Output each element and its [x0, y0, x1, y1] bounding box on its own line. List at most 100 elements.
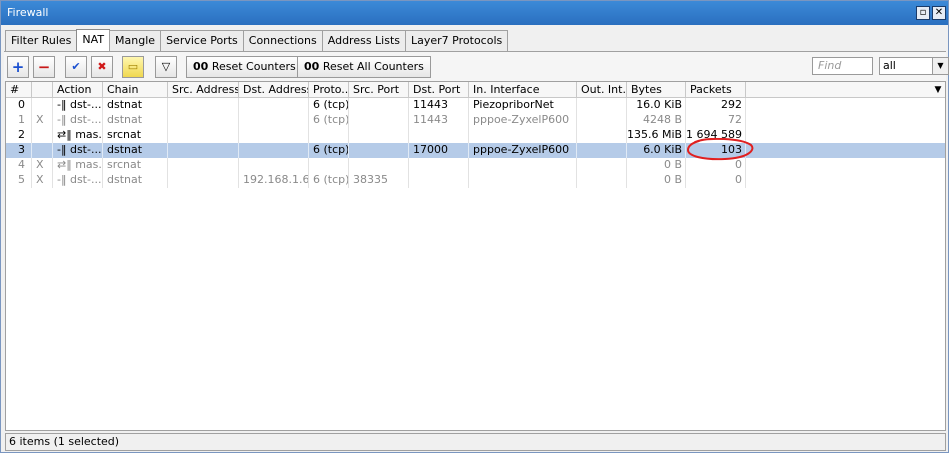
cell-bytes: 0 B: [627, 173, 686, 188]
cell-out-interface: [577, 113, 627, 128]
cell-dst-address: [239, 128, 309, 143]
window-title: Firewall: [7, 6, 49, 19]
table-row-selected[interactable]: 3 -‖ dst-... dstnat 6 (tcp) 17000 pppoe-…: [6, 143, 945, 158]
cell-src-address: [168, 113, 239, 128]
cell-src-address: [168, 98, 239, 113]
column-header-bytes[interactable]: Bytes: [627, 82, 686, 98]
cell-bytes: 16.0 KiB: [627, 98, 686, 113]
column-header-dst-port[interactable]: Dst. Port: [409, 82, 469, 98]
table-header: # Action Chain Src. Address Dst. Address…: [6, 82, 945, 98]
reset-all-counters-button[interactable]: 00 Reset All Counters: [297, 56, 431, 78]
tab-filter-rules[interactable]: Filter Rules: [5, 30, 78, 51]
tab-nat[interactable]: NAT: [76, 29, 111, 51]
cell-flags: [32, 98, 53, 113]
cell-action: ⇄‖ mas...: [53, 128, 103, 143]
cell-dst-address: [239, 158, 309, 173]
cell-flags: X: [32, 158, 53, 173]
column-header-chain[interactable]: Chain: [103, 82, 168, 98]
cell-chain: srcnat: [103, 158, 168, 173]
cell-in-interface: [469, 128, 577, 143]
close-icon[interactable]: ✕: [932, 6, 946, 20]
tab-service-ports[interactable]: Service Ports: [160, 30, 244, 51]
table-row[interactable]: 1 X -‖ dst-... dstnat 6 (tcp) 11443 pppo…: [6, 113, 945, 128]
cell-action: -‖ dst-...: [53, 173, 103, 188]
cell-chain: dstnat: [103, 113, 168, 128]
table-row[interactable]: 2 ⇄‖ mas... srcnat 135.6 MiB 1 694 589: [6, 128, 945, 143]
remove-button[interactable]: −: [33, 56, 55, 78]
cell-bytes: 6.0 KiB: [627, 143, 686, 158]
cell-out-interface: [577, 158, 627, 173]
table-row[interactable]: 4 X ⇄‖ mas... srcnat 0 B 0: [6, 158, 945, 173]
cell-number: 4: [6, 158, 32, 173]
cell-action: -‖ dst-...: [53, 113, 103, 128]
cell-flags: X: [32, 173, 53, 188]
cell-dst-address: [239, 113, 309, 128]
table-row[interactable]: 0 -‖ dst-... dstnat 6 (tcp) 11443 Piezop…: [6, 98, 945, 113]
column-header-flags[interactable]: [32, 82, 53, 98]
cell-protocol: [309, 128, 349, 143]
cell-out-interface: [577, 128, 627, 143]
cell-protocol: 6 (tcp): [309, 113, 349, 128]
enable-button[interactable]: ✔: [65, 56, 87, 78]
cell-out-interface: [577, 143, 627, 158]
column-header-out-interface[interactable]: Out. Int...: [577, 82, 627, 98]
cell-chain: srcnat: [103, 128, 168, 143]
cell-flags: X: [32, 113, 53, 128]
table-row[interactable]: 5 X -‖ dst-... dstnat 192.168.1.6 6 (tcp…: [6, 173, 945, 188]
column-header-number[interactable]: #: [6, 82, 32, 98]
cell-src-port: [349, 128, 409, 143]
cell-dst-address: 192.168.1.6: [239, 173, 309, 188]
nat-rules-table: # Action Chain Src. Address Dst. Address…: [5, 81, 946, 431]
cell-src-port: [349, 98, 409, 113]
cell-bytes: 4248 B: [627, 113, 686, 128]
column-header-src-port[interactable]: Src. Port: [349, 82, 409, 98]
cell-dst-port: 11443: [409, 98, 469, 113]
filter-select-value: all: [883, 59, 896, 72]
column-header-protocol[interactable]: Proto...: [309, 82, 349, 98]
column-header-dst-address[interactable]: Dst. Address: [239, 82, 309, 98]
add-button[interactable]: +: [7, 56, 29, 78]
column-header-src-address[interactable]: Src. Address: [168, 82, 239, 98]
cell-number: 5: [6, 173, 32, 188]
cell-action: ⇄‖ mas...: [53, 158, 103, 173]
tab-address-lists[interactable]: Address Lists: [321, 30, 407, 51]
window-titlebar[interactable]: Firewall ▫ ✕: [1, 1, 948, 25]
column-header-in-interface[interactable]: In. Interface: [469, 82, 577, 98]
cell-bytes: 135.6 MiB: [627, 128, 686, 143]
column-menu-icon[interactable]: ▼: [929, 82, 945, 98]
toolbar: + − ✔ ✖ ▭ ▽ 00 Reset Counters 00 Reset A…: [4, 51, 949, 81]
cell-protocol: 6 (tcp): [309, 173, 349, 188]
cell-out-interface: [577, 173, 627, 188]
cell-src-port: 38335: [349, 173, 409, 188]
cell-packets: 292: [686, 98, 746, 113]
cell-dst-address: [239, 143, 309, 158]
reset-counters-button[interactable]: 00 Reset Counters: [186, 56, 303, 78]
filter-select[interactable]: all ▼: [879, 57, 949, 75]
cell-src-address: [168, 143, 239, 158]
cell-in-interface: PiezopriborNet: [469, 98, 577, 113]
find-input[interactable]: Find: [812, 57, 873, 75]
restore-icon[interactable]: ▫: [916, 6, 930, 20]
firewall-window: Firewall ▫ ✕ Filter Rules NAT Mangle Ser…: [0, 0, 949, 453]
cell-packets: 103: [686, 143, 746, 158]
cell-flags: [32, 143, 53, 158]
cell-dst-port: [409, 128, 469, 143]
cell-protocol: 6 (tcp): [309, 143, 349, 158]
cell-in-interface: [469, 158, 577, 173]
column-header-packets[interactable]: Packets: [686, 82, 746, 98]
cell-dst-port: 11443: [409, 113, 469, 128]
cell-in-interface: [469, 173, 577, 188]
disable-button[interactable]: ✖: [91, 56, 113, 78]
tab-mangle[interactable]: Mangle: [109, 30, 162, 51]
reset-counters-label: Reset Counters: [211, 60, 296, 73]
tab-layer7-protocols[interactable]: Layer7 Protocols: [405, 30, 509, 51]
cell-packets: 0: [686, 158, 746, 173]
filter-button[interactable]: ▽: [155, 56, 177, 78]
cell-chain: dstnat: [103, 98, 168, 113]
chevron-down-icon[interactable]: ▼: [932, 58, 948, 74]
counter-icon: 00: [304, 60, 320, 73]
comment-button[interactable]: ▭: [122, 56, 144, 78]
cell-number: 0: [6, 98, 32, 113]
column-header-action[interactable]: Action: [53, 82, 103, 98]
tab-connections[interactable]: Connections: [242, 30, 323, 51]
